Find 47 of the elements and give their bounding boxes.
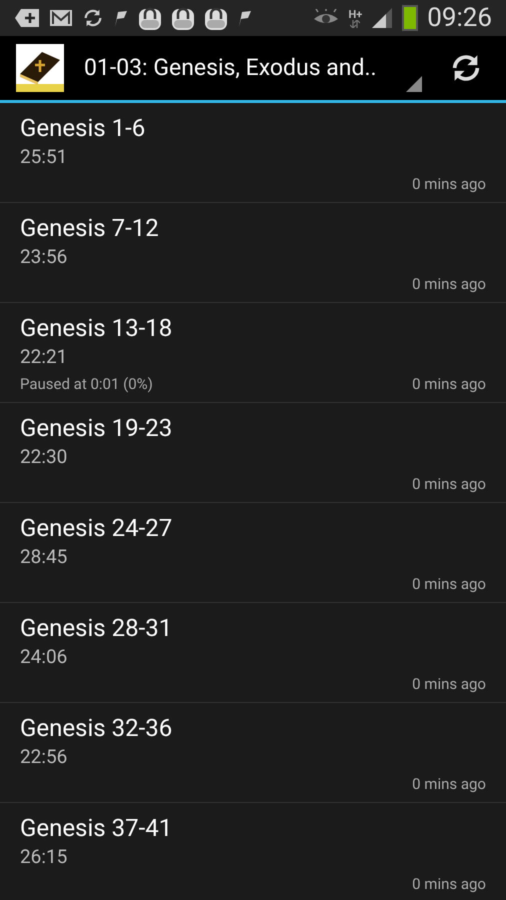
episode-row[interactable]: Genesis 32-36 22:56 0 mins ago [0,703,506,803]
episode-duration: 28:45 [20,544,68,570]
episode-title: Genesis 1-6 [20,113,146,143]
episode-row[interactable]: Genesis 19-23 22:30 0 mins ago [0,403,506,503]
episode-row[interactable]: Genesis 13-18 22:21 Paused at 0:01 (0%) 0 mins ago [0,303,506,403]
lock-icon [204,5,228,31]
episode-age: 0 mins ago [412,374,486,395]
episode-row[interactable]: Genesis 24-27 28:45 0 mins ago [0,503,506,603]
network-type: H+ [348,8,362,20]
sync-icon [82,7,104,29]
flag-icon [113,8,129,28]
episode-row[interactable]: Genesis 7-12 23:56 0 mins ago [0,203,506,303]
lock-icon [171,5,195,31]
episode-duration: 26:15 [20,844,68,870]
episode-age: 0 mins ago [412,574,486,595]
data-arrows-icon [350,20,360,28]
episode-title: Genesis 28-31 [20,613,174,643]
episode-age: 0 mins ago [412,774,486,795]
episode-duration: 23:56 [20,244,68,270]
mail-icon [49,9,73,27]
episode-title: Genesis 24-27 [20,513,174,543]
flag-icon [237,8,253,28]
episode-duration: 22:21 [20,344,68,370]
episode-age: 0 mins ago [412,274,486,295]
signal-icon [371,7,394,29]
episode-age: 0 mins ago [412,874,486,895]
episode-title: Genesis 37-41 [20,813,174,843]
episode-title: Genesis 13-18 [20,313,174,343]
episode-age: 0 mins ago [412,674,486,695]
episode-age: 0 mins ago [412,174,486,195]
episode-duration: 25:51 [20,144,68,170]
episode-duration: 24:06 [20,644,68,670]
episode-age: 0 mins ago [412,474,486,495]
episode-title: Genesis 7-12 [20,213,160,243]
episode-duration: 22:56 [20,744,68,770]
episode-row[interactable]: Genesis 1-6 25:51 0 mins ago [0,103,506,203]
lock-icon [138,5,162,31]
episode-title: Genesis 19-23 [20,413,174,443]
episode-duration: 22:30 [20,444,68,470]
episode-row[interactable]: Genesis 28-31 24:06 0 mins ago [0,603,506,703]
episode-title: Genesis 32-36 [20,713,174,743]
spinner-corner-icon [406,76,422,92]
add-icon [14,8,40,28]
playback-status: Paused at 0:01 (0%) [20,374,153,395]
bible-app-icon [16,44,64,92]
clock: 09:26 [427,5,492,31]
episode-row[interactable]: Genesis 37-41 26:15 0 mins ago [0,803,506,900]
